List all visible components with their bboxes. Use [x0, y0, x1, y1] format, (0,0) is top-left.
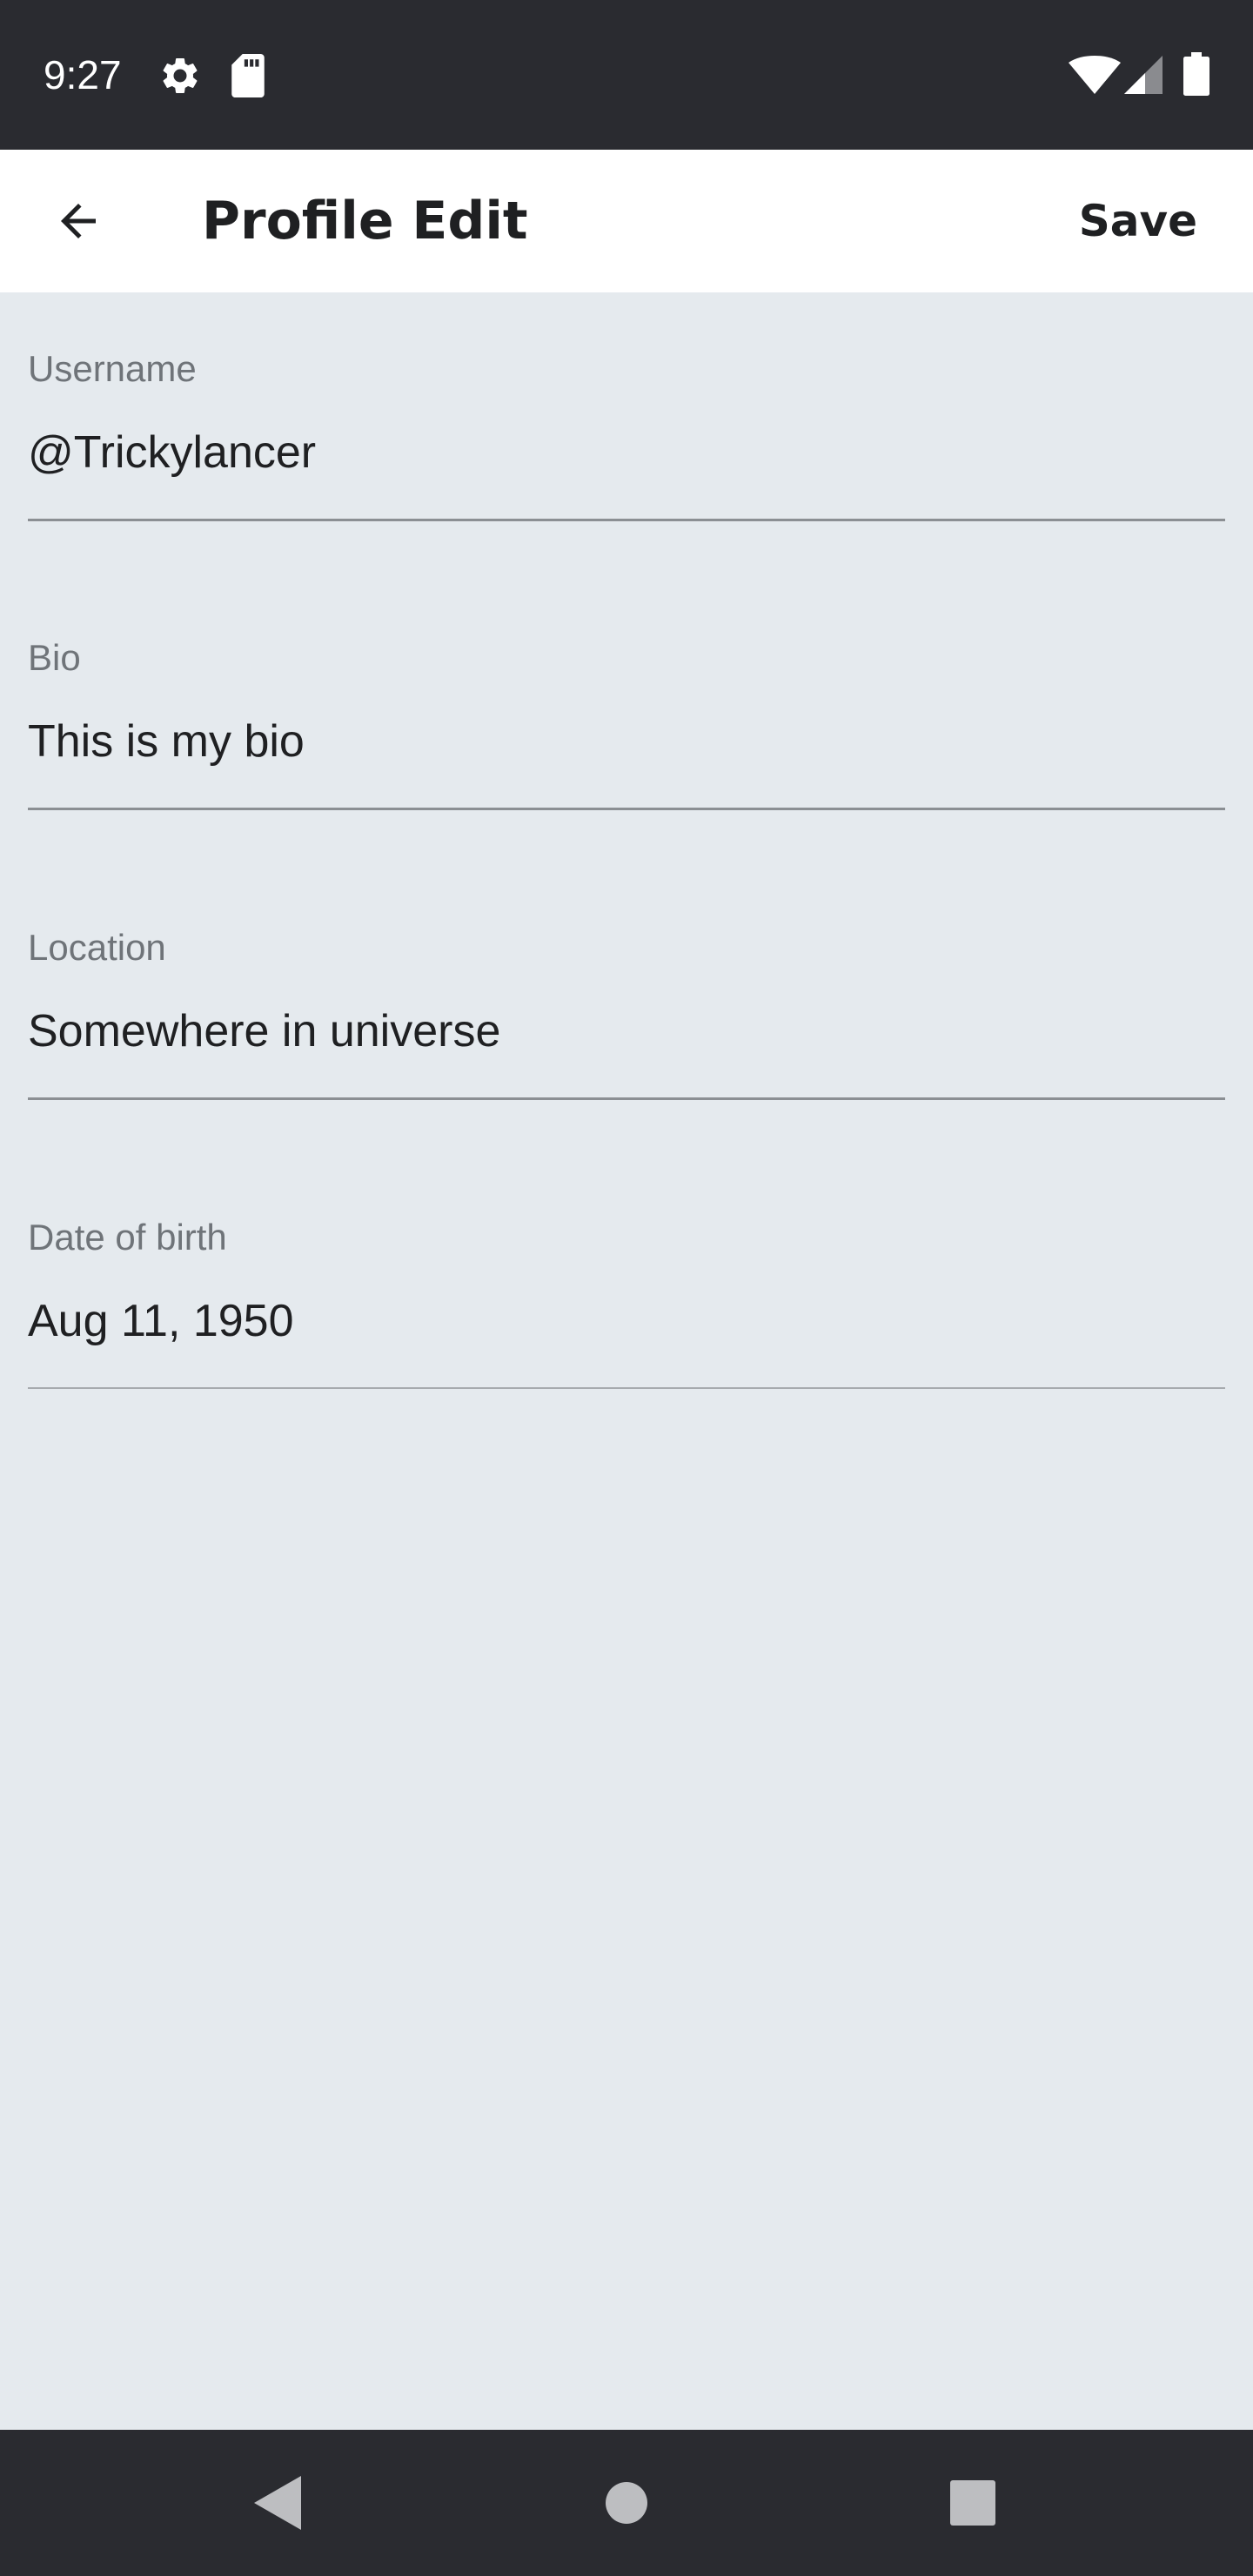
nav-home-button[interactable]: [583, 2459, 670, 2546]
location-label: Location: [28, 927, 166, 968]
nav-home-icon: [606, 2482, 647, 2524]
profile-edit-screen: 9:27 Profile Edit Save Username @Trickyl…: [0, 0, 1253, 2576]
bio-input[interactable]: This is my bio: [28, 710, 1225, 773]
status-bar: 9:27: [0, 0, 1253, 150]
nav-recents-icon: [950, 2480, 995, 2526]
nav-back-button[interactable]: [235, 2459, 322, 2546]
app-bar: Profile Edit Save: [0, 150, 1253, 292]
location-field: Location Somewhere in universe: [28, 923, 1225, 1106]
signal-icon: [1124, 56, 1163, 94]
bio-underline: [28, 808, 1225, 810]
username-underline: [28, 519, 1225, 521]
username-label: Username: [28, 348, 197, 389]
wifi-icon: [1069, 56, 1121, 94]
dob-underline: [28, 1387, 1225, 1389]
back-button[interactable]: [35, 169, 122, 273]
save-button[interactable]: Save: [1079, 184, 1197, 258]
dob-field: Date of birth Aug 11, 1950: [28, 1213, 1225, 1396]
username-field: Username @Trickylancer: [28, 345, 1225, 527]
nav-back-icon: [254, 2476, 301, 2530]
location-underline: [28, 1097, 1225, 1100]
dob-input[interactable]: Aug 11, 1950: [28, 1290, 1225, 1352]
bio-label: Bio: [28, 637, 81, 678]
arrow-back-icon: [61, 204, 96, 238]
location-input[interactable]: Somewhere in universe: [28, 1000, 1225, 1063]
sd-card-icon: [231, 54, 265, 97]
navigation-bar: [0, 2430, 1253, 2576]
dob-label: Date of birth: [28, 1217, 227, 1258]
nav-recents-button[interactable]: [929, 2459, 1016, 2546]
battery-icon: [1183, 52, 1209, 96]
username-input[interactable]: @Trickylancer: [28, 421, 1225, 484]
gear-icon: [163, 57, 198, 93]
status-time: 9:27: [44, 52, 122, 97]
bio-field: Bio This is my bio: [28, 634, 1225, 816]
page-title: Profile Edit: [202, 191, 528, 252]
